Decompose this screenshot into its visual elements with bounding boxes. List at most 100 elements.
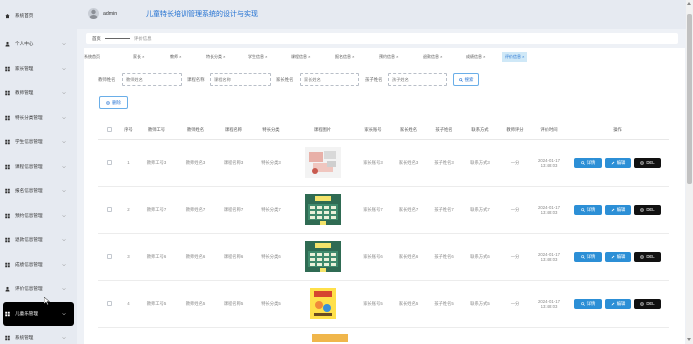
time-cell: 2024-01-17 13:48:03	[532, 233, 566, 281]
parent-name-cell: 家长姓名5	[391, 280, 426, 328]
row-select-cell[interactable]	[98, 280, 120, 328]
sidebar-item[interactable]: 系统管理	[0, 326, 77, 344]
scroll-up-arrow-icon[interactable]	[687, 2, 691, 5]
search-icon	[458, 77, 463, 82]
header-select-all[interactable]	[98, 122, 120, 140]
review-table: 序号 教师工号 教师姓名 课程名称 特长分类 课程图片 家长账号 家长姓名 孩子…	[98, 122, 669, 342]
delete-button[interactable]: DEL	[634, 157, 661, 168]
parent-name-label: 家长姓名	[276, 77, 294, 82]
delete-circle-icon	[640, 301, 645, 306]
teacher-name-cell: 教师姓名5	[176, 280, 215, 328]
chevron-down-icon	[62, 92, 66, 95]
parent-account-cell: 家长账号6	[355, 233, 391, 281]
sidebar-item-label: 系统管理	[15, 335, 34, 341]
tab-booking[interactable]: 预约信息 ×	[376, 52, 401, 62]
sidebar-item[interactable]: 家长管理	[0, 57, 77, 82]
column-header: 家长账号	[355, 122, 391, 140]
detail-button[interactable]: 详情	[574, 204, 602, 215]
column-header: 课程名称	[215, 122, 252, 140]
teacher-name-cell: 教师姓名3	[176, 139, 215, 187]
delete-button[interactable]: DEL	[634, 251, 661, 262]
table-header-row: 序号 教师工号 教师姓名 课程名称 特长分类 课程图片 家长账号 家长姓名 孩子…	[98, 122, 669, 140]
parent-account-cell: 家长账号7	[355, 186, 391, 234]
sidebar-item[interactable]: 个人中心	[0, 32, 77, 57]
tab-parent[interactable]: 家长 ×	[130, 52, 147, 62]
grid-icon	[5, 91, 10, 96]
parent-name-cell: 家长姓名7	[391, 186, 426, 234]
scroll-thumb[interactable]	[687, 14, 692, 184]
teacher-no-cell: 教师工号6	[137, 233, 176, 281]
sidebar-item[interactable]: 评价信息管理	[0, 277, 77, 302]
sidebar-item[interactable]: 退款信息管理	[0, 228, 77, 253]
sidebar-item[interactable]: 儿童乐管理	[3, 301, 74, 326]
sidebar-item[interactable]: 学生信息管理	[0, 130, 77, 155]
category-cell: 特长分类3	[252, 139, 290, 187]
edit-button[interactable]: 编辑	[605, 298, 631, 309]
sidebar-item[interactable]: 预约信息管理	[0, 204, 77, 229]
breadcrumb-home[interactable]: 首页	[92, 36, 101, 42]
tab-refund[interactable]: 退款信息 ×	[420, 52, 445, 62]
search-button-label: 搜索	[464, 76, 474, 82]
select-all-checkbox[interactable]	[106, 127, 112, 133]
vertical-scrollbar[interactable]	[686, 0, 693, 344]
column-header: 家长姓名	[391, 122, 426, 140]
time-cell: 2024-01-17 13:48:03	[532, 186, 566, 234]
scroll-down-arrow-icon[interactable]	[687, 338, 691, 341]
sidebar-item[interactable]: 成绩信息管理	[0, 253, 77, 278]
sidebar-item-label: 退款信息管理	[15, 237, 43, 243]
avatar[interactable]	[88, 8, 99, 19]
username[interactable]: admin	[103, 11, 117, 17]
breadcrumb-separator	[105, 38, 130, 39]
sidebar-item-label: 家长管理	[15, 65, 34, 71]
tab-category[interactable]: 特长分类 ×	[203, 52, 228, 62]
course-image	[309, 288, 336, 319]
row-checkbox[interactable]	[106, 300, 112, 306]
delete-label: DEL	[646, 207, 655, 212]
parent-name-input[interactable]	[300, 73, 359, 86]
detail-button[interactable]: 详情	[574, 251, 602, 262]
delete-button[interactable]: DEL	[634, 204, 661, 215]
search-button[interactable]: 搜索	[453, 73, 479, 86]
sidebar-item-label: 课程信息管理	[15, 163, 43, 169]
chevron-down-icon	[62, 190, 66, 193]
table-row: 3 教师工号6 教师姓名6 课程名称6 特长分类6 家长账号6 家长姓名6 孩子姓名6 联系方式…	[98, 233, 669, 281]
course-name-input[interactable]	[210, 73, 271, 86]
detail-button[interactable]: 详情	[574, 298, 602, 309]
teacher-no-cell: 教师工号7	[137, 186, 176, 234]
category-cell: 特长分类7	[252, 186, 290, 234]
sidebar-item[interactable]: 课程信息管理	[0, 155, 77, 180]
row-checkbox[interactable]	[106, 206, 112, 212]
sidebar-item[interactable]: 特长分类管理	[0, 106, 77, 131]
child-name-input[interactable]	[388, 73, 447, 86]
edit-button[interactable]: 编辑	[605, 204, 631, 215]
tab-signup[interactable]: 报名信息 ×	[332, 52, 357, 62]
edit-button[interactable]: 编辑	[605, 157, 631, 168]
sidebar-item-label: 评价信息管理	[15, 286, 43, 292]
row-checkbox[interactable]	[106, 253, 112, 259]
row-select-cell[interactable]	[98, 233, 120, 281]
tab-review[interactable]: 评价信息 ×	[502, 52, 528, 62]
tab-teacher[interactable]: 教师 ×	[167, 52, 184, 62]
tab-score[interactable]: 成绩信息 ×	[463, 52, 488, 62]
delete-button[interactable]: DEL	[634, 298, 661, 309]
tab-course[interactable]: 课程信息 ×	[288, 52, 313, 62]
chevron-down-icon	[62, 214, 66, 217]
teacher-name-input[interactable]	[122, 73, 182, 86]
delete-label: DEL	[646, 254, 655, 259]
edit-button[interactable]: 编辑	[605, 251, 631, 262]
sidebar-item[interactable]: 教师管理	[0, 81, 77, 106]
row-select-cell[interactable]	[98, 186, 120, 234]
detail-button[interactable]: 详情	[574, 157, 602, 168]
sidebar-item[interactable]: 报名信息管理	[0, 179, 77, 204]
operations-cell: 详情 编辑 DEL	[566, 139, 669, 187]
teacher-no-cell: 教师工号5	[137, 280, 176, 328]
parent-account-cell: 家长账号3	[355, 139, 391, 187]
sidebar-item[interactable]: 系统首页	[0, 0, 77, 32]
column-header: 评价时间	[532, 122, 566, 140]
tab-home[interactable]: 系统首页	[81, 52, 103, 62]
child-name-cell: 孩子姓名3	[426, 139, 462, 187]
row-checkbox[interactable]	[106, 159, 112, 165]
batch-delete-button[interactable]: 删除	[99, 96, 128, 109]
tab-student[interactable]: 学生信息 ×	[245, 52, 270, 62]
row-select-cell[interactable]	[98, 139, 120, 187]
